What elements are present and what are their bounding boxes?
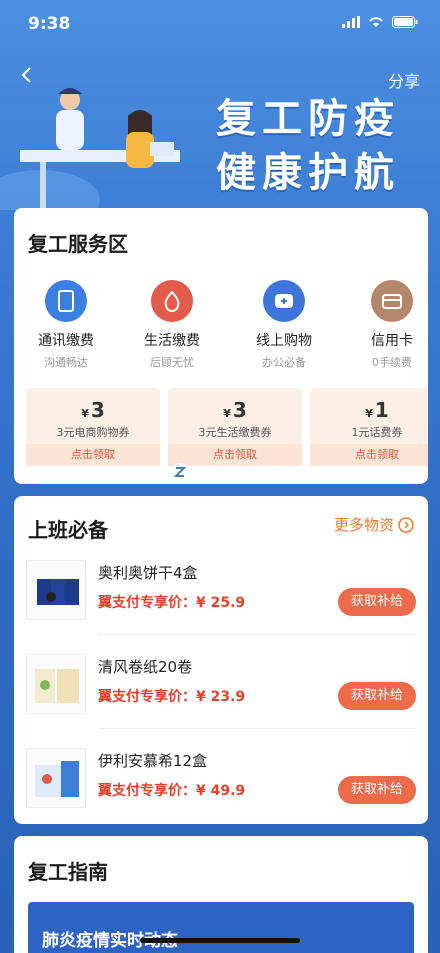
coupon-desc: 1元话费券 (351, 426, 403, 439)
service-item-label: 线上购物 (256, 333, 312, 349)
watermark-text: 好赚网论坛 (194, 465, 264, 481)
service-title: 复工服务区 (28, 232, 128, 256)
hero-title-line1: 复工防疫 (216, 96, 400, 142)
service-item-sub: 后顾无忧 (150, 356, 194, 369)
chevron-right-circle-icon (398, 516, 414, 533)
service-item-label: 生活缴费 (144, 333, 200, 349)
wifi-icon (369, 17, 383, 27)
card-icon (371, 280, 413, 322)
coupon-claim-button[interactable]: 点击领取 (310, 444, 428, 466)
home-indicator (140, 938, 300, 943)
essentials-title: 上班必备 (28, 518, 108, 542)
hero-illustration (0, 88, 180, 210)
coupon-desc: 3元电商购物券 (56, 426, 130, 439)
divider (98, 728, 416, 729)
status-time: 9:38 (28, 14, 71, 34)
service-item-label: 信用卡 (371, 333, 413, 349)
coupon-shopping[interactable]: ¥3 3元电商购物券 点击领取 (26, 388, 160, 466)
product-name: 清风卷纸20卷 (98, 658, 193, 676)
product-row[interactable]: 伊利安慕希12盒 翼支付专享价：¥ 49.9 获取补给 (14, 734, 428, 824)
battery-icon (392, 16, 418, 28)
mask-icon (263, 280, 305, 322)
signal-icon (342, 16, 360, 28)
hero-title-line2: 健康护航 (216, 150, 400, 196)
share-button[interactable]: 分享 (388, 68, 420, 92)
service-item-credit-card[interactable]: 信用卡 0手续费 (344, 280, 428, 370)
coupon-phone[interactable]: ¥1 1元话费券 点击领取 (310, 388, 428, 466)
more-supplies-label: 更多物资 (333, 516, 394, 534)
product-name: 伊利安慕希12盒 (98, 752, 208, 770)
coupon-claim-button[interactable]: 点击领取 (26, 444, 160, 466)
product-price: 翼支付专享价：¥ 49.9 (98, 783, 246, 799)
guide-card: 复工指南 肺炎疫情实时动态 (14, 836, 428, 953)
coupon-amount: ¥1 (365, 398, 389, 422)
hero-title: 复工防疫 健康护航 (216, 92, 400, 200)
get-supply-button[interactable]: 获取补给 (338, 588, 416, 616)
product-image (26, 748, 86, 808)
status-bar: 9:38 (0, 0, 440, 44)
product-row[interactable]: 清风卷纸20卷 翼支付专享价：¥ 23.9 获取补给 (14, 640, 428, 734)
get-supply-button[interactable]: 获取补给 (338, 776, 416, 804)
product-image (26, 560, 86, 620)
watermark-logo-icon (171, 463, 189, 481)
service-card: 复工服务区 通讯缴费 沟通畅达 生活缴费 后顾无忧 线上购物 办公必备 信用卡 … (14, 208, 428, 484)
get-supply-button[interactable]: 获取补给 (338, 682, 416, 710)
product-row[interactable]: 奥利奥饼干4盒 翼支付专享价：¥ 25.9 获取补给 (14, 546, 428, 640)
coupon-amount: ¥3 (223, 398, 247, 422)
coupon-amount: ¥3 (81, 398, 105, 422)
essentials-card: 上班必备 更多物资 奥利奥饼干4盒 翼支付专享价：¥ 25.9 获取补给 清风卷… (14, 496, 428, 824)
service-item-label: 通讯缴费 (38, 333, 94, 349)
service-item-utility[interactable]: 生活缴费 后顾无忧 (124, 280, 220, 370)
divider (98, 634, 416, 635)
watermark: 好赚网论坛 (170, 462, 264, 482)
service-item-telecom[interactable]: 通讯缴费 沟通畅达 (18, 280, 114, 370)
product-price: 翼支付专享价：¥ 25.9 (98, 595, 246, 611)
coupon-utility[interactable]: ¥3 3元生活缴费券 点击领取 (168, 388, 302, 466)
epidemic-live-banner[interactable]: 肺炎疫情实时动态 (28, 902, 414, 953)
service-item-sub: 办公必备 (262, 356, 306, 369)
product-price: 翼支付专享价：¥ 23.9 (98, 689, 246, 705)
service-item-shopping[interactable]: 线上购物 办公必备 (236, 280, 332, 370)
more-supplies-link[interactable]: 更多物资 (334, 514, 414, 535)
service-item-sub: 0手续费 (372, 356, 412, 369)
guide-title: 复工指南 (28, 860, 108, 884)
product-image (26, 654, 86, 714)
water-drop-icon (151, 280, 193, 322)
phone-icon (45, 280, 87, 322)
product-name: 奥利奥饼干4盒 (98, 564, 198, 582)
coupon-desc: 3元生活缴费券 (198, 426, 272, 439)
service-item-sub: 沟通畅达 (44, 356, 88, 369)
